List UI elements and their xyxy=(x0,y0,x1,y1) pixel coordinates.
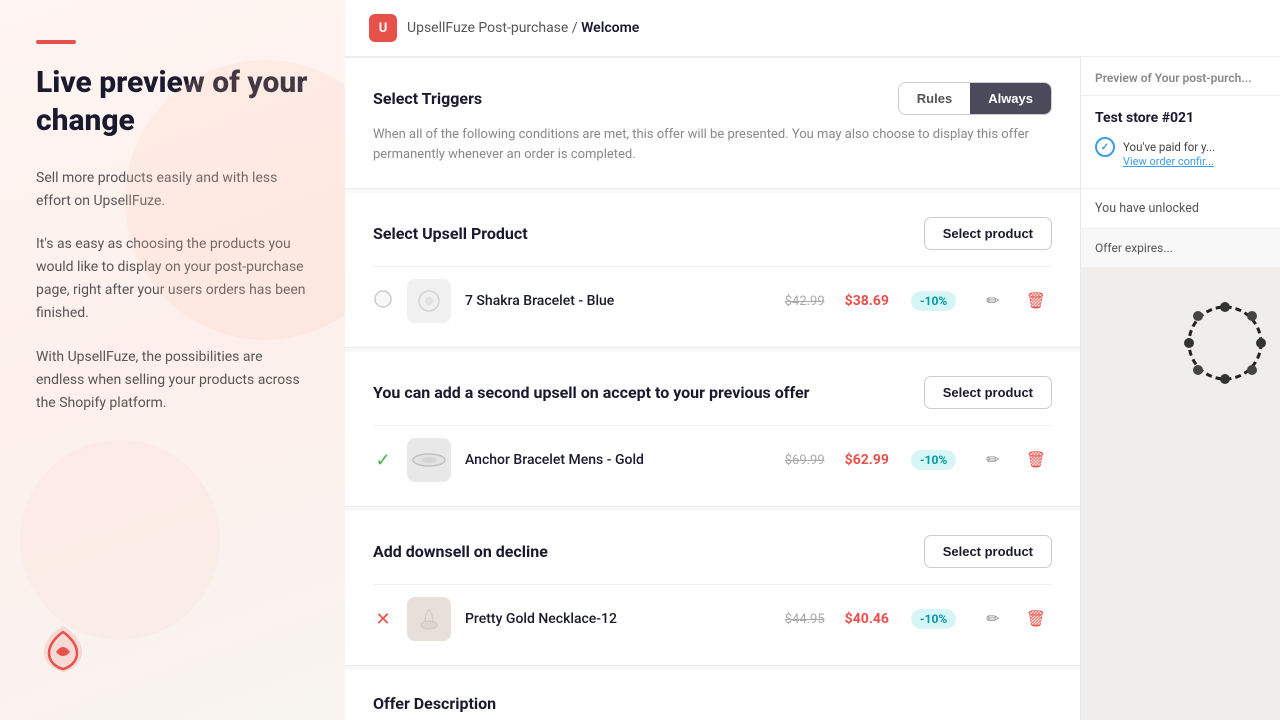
second-upsell-product-row: ✓ Anchor Bracelet Mens - Gold $69.99 $62… xyxy=(373,425,1052,482)
preview-store-card: Test store #021 You've paid for y... Vie… xyxy=(1081,96,1280,189)
accent-line xyxy=(36,40,76,44)
left-para-1: Sell more products easily and with less … xyxy=(36,167,309,213)
offer-description-section: Offer Description This heading will appe… xyxy=(345,670,1080,720)
downsell-product-name: Pretty Gold Necklace-12 xyxy=(465,611,771,627)
downsell-title: Add downsell on decline xyxy=(373,542,548,561)
triggers-header: Select Triggers Rules Always xyxy=(373,82,1052,115)
second-upsell-discount-badge: -10% xyxy=(911,450,956,470)
second-upsell-edit-btn[interactable]: ✏ xyxy=(980,446,1005,474)
upsell-product-row: 7 Shakra Bracelet - Blue $42.99 $38.69 -… xyxy=(373,266,1052,323)
left-para-2: It's as easy as choosing the products yo… xyxy=(36,233,309,325)
preview-image-container xyxy=(1081,268,1280,720)
second-upsell-select-btn[interactable]: Select product xyxy=(924,376,1052,409)
upsell-status-icon xyxy=(373,290,393,312)
preview-view-order-link[interactable]: View order confir... xyxy=(1123,155,1215,168)
downsell-header: Add downsell on decline Select product xyxy=(373,535,1052,568)
downsell-sale-price: $40.46 xyxy=(845,611,889,627)
logo-area xyxy=(36,622,309,680)
preview-check-row: You've paid for y... View order confir..… xyxy=(1095,136,1266,168)
downsell-discount-badge: -10% xyxy=(911,609,956,629)
upsell-original-price: $42.99 xyxy=(785,294,825,309)
preview-panel: Preview of Your post-purch... Test store… xyxy=(1080,57,1280,720)
bracelet-preview-svg xyxy=(1180,298,1270,388)
upsell-discount-badge: -10% xyxy=(911,291,956,311)
second-upsell-delete-btn[interactable]: 🗑 xyxy=(1020,446,1052,474)
rules-toggle-btn[interactable]: Rules xyxy=(899,83,970,114)
downsell-delete-btn[interactable]: 🗑 xyxy=(1020,605,1052,633)
triggers-title: Select Triggers xyxy=(373,89,482,108)
breadcrumb-bar: U UpsellFuze Post-purchase / Welcome xyxy=(345,0,1280,57)
upsell-edit-btn[interactable]: ✏ xyxy=(980,287,1005,315)
upsell-section: Select Upsell Product Select product 7 S… xyxy=(345,193,1080,348)
preview-paid-text: You've paid for y... xyxy=(1123,140,1215,154)
trigger-toggle-group[interactable]: Rules Always xyxy=(898,82,1052,115)
left-panel: Live preview of your change Sell more pr… xyxy=(0,0,345,720)
second-upsell-sale-price: $62.99 xyxy=(845,452,889,468)
upsell-sale-price: $38.69 xyxy=(845,293,889,309)
preview-unlocked-text: You have unlocked xyxy=(1081,189,1280,229)
upsell-product-img xyxy=(407,279,451,323)
downsell-product-row: ✕ Pretty Gold Necklace-12 $44.95 $40.46 … xyxy=(373,584,1052,641)
main-area: U UpsellFuze Post-purchase / Welcome Sel… xyxy=(345,0,1280,720)
upsell-header: Select Upsell Product Select product xyxy=(373,217,1052,250)
downsell-select-btn[interactable]: Select product xyxy=(924,535,1052,568)
check-circle-icon xyxy=(1095,137,1115,157)
upsell-select-btn[interactable]: Select product xyxy=(924,217,1052,250)
center-form[interactable]: Select Triggers Rules Always When all of… xyxy=(345,57,1080,720)
triggers-desc: When all of the following conditions are… xyxy=(373,125,1052,164)
downsell-status-icon: ✕ xyxy=(373,609,393,630)
upsell-title: Select Upsell Product xyxy=(373,224,528,243)
content-body: Select Triggers Rules Always When all of… xyxy=(345,57,1280,720)
second-upsell-status-icon: ✓ xyxy=(373,450,393,471)
always-toggle-btn[interactable]: Always xyxy=(970,83,1051,114)
brand-icon: U xyxy=(369,14,397,42)
preview-offer-expires: Offer expires... xyxy=(1081,229,1280,268)
preview-header: Preview of Your post-purch... xyxy=(1081,57,1280,96)
second-upsell-title: You can add a second upsell on accept to… xyxy=(373,383,810,402)
breadcrumb: UpsellFuze Post-purchase / Welcome xyxy=(407,20,639,36)
offer-desc-title: Offer Description xyxy=(373,694,496,713)
triggers-section: Select Triggers Rules Always When all of… xyxy=(345,57,1080,189)
left-para-3: With UpsellFuze, the possibilities are e… xyxy=(36,346,309,415)
second-upsell-product-name: Anchor Bracelet Mens - Gold xyxy=(465,452,771,468)
upsellfulze-logo-icon xyxy=(36,622,90,676)
second-upsell-original-price: $69.99 xyxy=(785,453,825,468)
upsell-delete-btn[interactable]: 🗑 xyxy=(1020,287,1052,315)
second-upsell-section: You can add a second upsell on accept to… xyxy=(345,352,1080,507)
preview-store-name: Test store #021 xyxy=(1095,110,1266,126)
downsell-product-img xyxy=(407,597,451,641)
upsell-product-name: 7 Shakra Bracelet - Blue xyxy=(465,293,771,309)
left-panel-heading: Live preview of your change xyxy=(36,64,309,139)
downsell-section: Add downsell on decline Select product ✕… xyxy=(345,511,1080,666)
downsell-original-price: $44.95 xyxy=(785,612,825,627)
second-upsell-product-img xyxy=(407,438,451,482)
downsell-edit-btn[interactable]: ✏ xyxy=(980,605,1005,633)
second-upsell-header: You can add a second upsell on accept to… xyxy=(373,376,1052,409)
